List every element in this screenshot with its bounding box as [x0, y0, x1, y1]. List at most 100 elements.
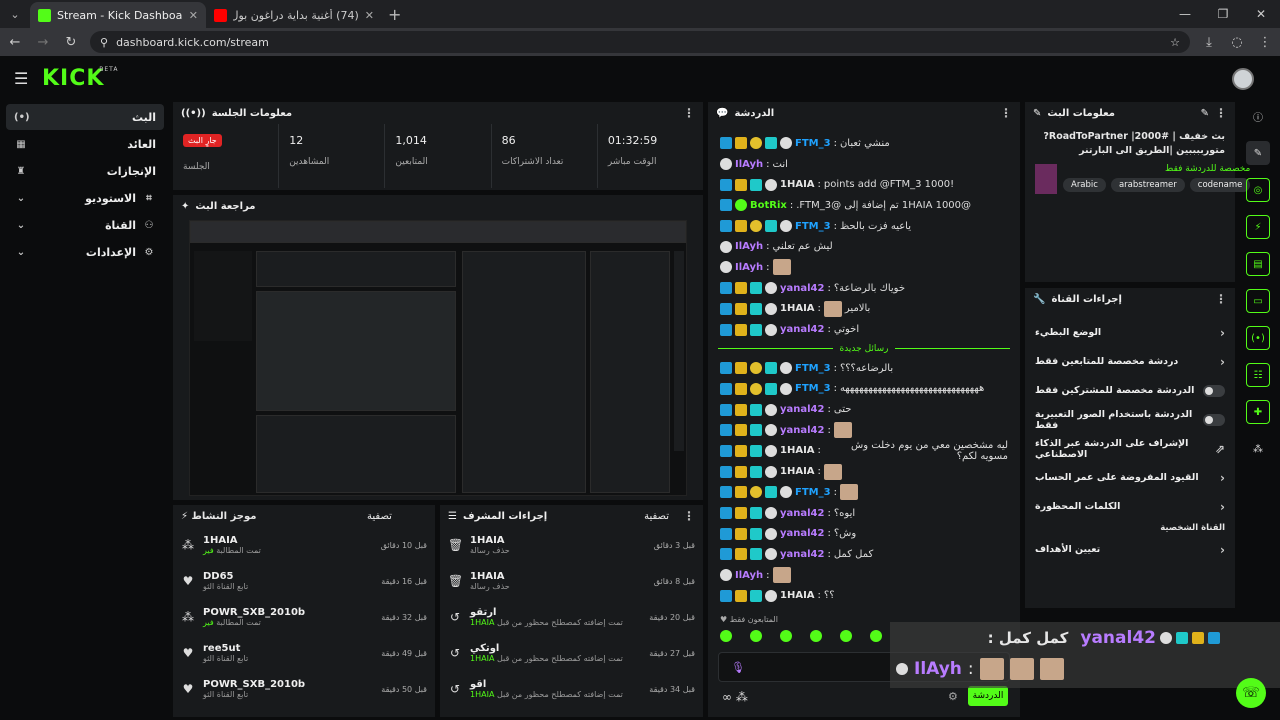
- stream-preview-video[interactable]: [189, 220, 687, 496]
- chat-message[interactable]: yanal42: كمل كمل: [708, 544, 1020, 565]
- sidebar-item-revenue[interactable]: ▦ العائد: [6, 131, 164, 157]
- more-options-icon[interactable]: ⋮: [1215, 106, 1227, 120]
- more-options-icon[interactable]: ⋮: [683, 509, 695, 523]
- chat-message[interactable]: IlAyh:: [708, 257, 1020, 278]
- browser-tab-youtube[interactable]: (74) أغنية بداية دراغون بول - سب ✕: [206, 2, 382, 28]
- activity-row[interactable]: ⁂ 1HAIA تمت المطالبة فير قبل 10 دقائق: [173, 527, 435, 563]
- activity-row[interactable]: ♥ POWR_SXB_2010b تابع القناة الثو قبل 50…: [173, 671, 435, 707]
- more-options-icon[interactable]: ⋮: [1000, 106, 1012, 120]
- bolt-icon[interactable]: ⚡: [1246, 215, 1270, 239]
- chat-username[interactable]: yanal42: [780, 549, 824, 560]
- sidebar-item-stream[interactable]: (•) البث: [6, 104, 164, 130]
- site-info-icon[interactable]: ⚲: [100, 36, 108, 49]
- reload-icon[interactable]: ↻: [62, 35, 80, 50]
- sidebar-item-studio[interactable]: ⌄ الاستوديو ⌗: [6, 185, 164, 211]
- chat-message[interactable]: FTM_3:: [708, 482, 1020, 503]
- filter-button[interactable]: تصفية: [367, 511, 392, 522]
- tag[interactable]: codename: [1189, 178, 1251, 192]
- list-icon[interactable]: ▤: [1246, 252, 1270, 276]
- chat-username[interactable]: yanal42: [780, 508, 824, 519]
- chat-username[interactable]: IlAyh: [735, 159, 763, 170]
- maximize-icon[interactable]: ❐: [1204, 7, 1242, 21]
- channel-action-row[interactable]: الدردشة باستخدام الصور التعبيرية فقط: [1025, 405, 1235, 434]
- more-options-icon[interactable]: ⋮: [1215, 292, 1227, 306]
- tag[interactable]: Arabic: [1063, 178, 1106, 192]
- browser-tab-kick[interactable]: Stream - Kick Dashboard ✕: [30, 2, 206, 28]
- mod-action-row[interactable]: 🗑 1HAIA حذف رسالة قبل 3 دقائق: [440, 527, 703, 563]
- chat-message[interactable]: FTM_3: ياعيه فزت بالحظ: [708, 216, 1020, 237]
- chat-username[interactable]: IlAyh: [735, 241, 763, 252]
- chat-username[interactable]: IlAyh: [735, 262, 763, 273]
- chat-username[interactable]: 1HAIA: [780, 466, 815, 477]
- chat-message[interactable]: yanal42: ايوه؟: [708, 503, 1020, 524]
- chat-username[interactable]: FTM_3: [795, 363, 831, 374]
- share-icon[interactable]: ⁂: [1246, 437, 1270, 461]
- chat-username[interactable]: yanal42: [780, 528, 824, 539]
- camera-icon[interactable]: ◎: [1246, 178, 1270, 202]
- chat-username[interactable]: FTM_3: [795, 138, 831, 149]
- chat-username[interactable]: BotRix: [750, 200, 787, 211]
- filter-button[interactable]: تصفية: [644, 511, 669, 522]
- mod-action-row[interactable]: ↺ اقو تمت إضافته كمصطلح محظور من قبل 1HA…: [440, 671, 703, 707]
- chat-username[interactable]: yanal42: [780, 324, 824, 335]
- chat-username[interactable]: yanal42: [780, 283, 824, 294]
- chat-message[interactable]: yanal42: وش؟: [708, 523, 1020, 544]
- chat-message[interactable]: 1HAIA: بالامير: [708, 299, 1020, 320]
- minimize-icon[interactable]: —: [1166, 7, 1204, 21]
- edit-icon[interactable]: ✎: [1201, 108, 1209, 119]
- emote-icon[interactable]: [810, 630, 822, 642]
- back-icon[interactable]: ←: [6, 35, 24, 50]
- chat-message[interactable]: 1HAIA:: [708, 461, 1020, 482]
- sidebar-item-settings[interactable]: ⌄ الإعدادات ⚙: [6, 239, 164, 265]
- chat-username[interactable]: FTM_3: [795, 487, 831, 498]
- info-icon[interactable]: ⓘ: [1246, 104, 1270, 128]
- chat-message[interactable]: yanal42: خوياك بالرضاعة؟: [708, 278, 1020, 299]
- points-icon[interactable]: ∞: [722, 690, 732, 704]
- menu-kebab-icon[interactable]: ⋮: [1256, 35, 1274, 50]
- chat-message[interactable]: FTM_3: ههههههههههههههههههههههههههههههه: [708, 379, 1020, 400]
- chat-message[interactable]: yanal42: اخوتي: [708, 319, 1020, 340]
- chat-message[interactable]: FTM_3: بالرضاعه؟؟؟: [708, 358, 1020, 379]
- chat-message[interactable]: IlAyh: ليش عم تعلني: [708, 236, 1020, 257]
- chat-username[interactable]: 1HAIA: [780, 590, 815, 601]
- mod-action-row[interactable]: 🗑 1HAIA حذف رسالة قبل 8 دقائق: [440, 563, 703, 599]
- chat-username[interactable]: 1HAIA: [780, 179, 815, 190]
- mod-action-row[interactable]: ↺ اوتكي تمت إضافته كمصطلح محظور من قبل 1…: [440, 635, 703, 671]
- close-tab-icon[interactable]: ✕: [365, 9, 374, 22]
- sidebar-item-channel[interactable]: ⌄ القناة ⚇: [6, 212, 164, 238]
- hamburger-menu-icon[interactable]: ☰: [14, 69, 30, 88]
- emote-icon[interactable]: [780, 630, 792, 642]
- bookmark-star-icon[interactable]: ☆: [1170, 36, 1180, 49]
- emote-icon[interactable]: [840, 630, 852, 642]
- support-chat-button[interactable]: ☏: [1236, 678, 1266, 708]
- send-chat-button[interactable]: الدردشة: [968, 686, 1008, 706]
- close-tab-icon[interactable]: ✕: [189, 9, 198, 22]
- channel-action-row[interactable]: الوضع البطيء ›: [1025, 318, 1235, 347]
- user-avatar[interactable]: [1232, 68, 1254, 90]
- pencil-icon[interactable]: ✎: [1246, 141, 1270, 165]
- sidebar-item-achievements[interactable]: ♜ الإنجازات: [6, 158, 164, 184]
- chat-username[interactable]: FTM_3: [795, 383, 831, 394]
- chat-settings-icon[interactable]: ⚙: [948, 690, 958, 703]
- chat-message[interactable]: yanal42:: [708, 420, 1020, 441]
- wrench-icon[interactable]: ✚: [1246, 400, 1270, 424]
- chat-message[interactable]: IlAyh:: [708, 565, 1020, 586]
- chat-icon[interactable]: ▭: [1246, 289, 1270, 313]
- activity-row[interactable]: ♥ DD65 تابع القناة الثو قبل 16 دقيقة: [173, 563, 435, 599]
- toggle-switch[interactable]: [1203, 413, 1225, 426]
- tag[interactable]: arabstreamer: [1110, 178, 1185, 192]
- tab-search-icon[interactable]: ⌄: [4, 3, 26, 25]
- category-thumbnail[interactable]: [1035, 164, 1057, 194]
- users-icon[interactable]: ☷: [1246, 363, 1270, 387]
- mod-action-row[interactable]: ↺ ارتقو تمت إضافته كمصطلح محظور من قبل 1…: [440, 599, 703, 635]
- channel-action-row[interactable]: الإشراف على الدردشة عبر الذكاء الاصطناعي…: [1025, 434, 1235, 463]
- channel-action-row[interactable]: القيود المفروضة على عمر الحساب ›: [1025, 463, 1235, 492]
- profile-icon[interactable]: ◌: [1228, 35, 1246, 50]
- chat-message[interactable]: 1HAIA: ؟؟: [708, 585, 1020, 606]
- chat-message[interactable]: 1HAIA: !points add @FTM_3 1000: [708, 174, 1020, 195]
- chat-message[interactable]: yanal42: حتى: [708, 399, 1020, 420]
- kick-logo[interactable]: KICK BETA: [42, 66, 117, 91]
- close-window-icon[interactable]: ✕: [1242, 7, 1280, 21]
- emote-icon[interactable]: [870, 630, 882, 642]
- chat-username[interactable]: yanal42: [780, 404, 824, 415]
